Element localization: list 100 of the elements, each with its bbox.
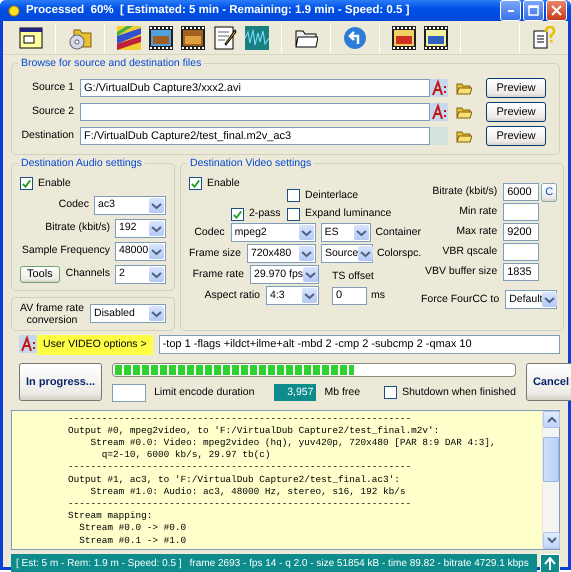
app-icon [8,4,20,16]
bitrate-button[interactable]: C [541,182,558,202]
input-field[interactable] [112,384,146,402]
input-field[interactable] [503,203,540,221]
minimize-button[interactable] [500,0,521,21]
field-label: Bitrate (kbit/s) [45,220,110,236]
help-icon[interactable] [532,26,556,50]
dropdown[interactable]: 2 [115,264,166,284]
notepad-icon[interactable] [213,26,237,50]
film-icon[interactable] [392,26,416,50]
up-arrow-icon [544,556,556,570]
checkbox[interactable] [287,188,300,202]
dropdown[interactable]: 48000 [115,242,166,261]
preview-button[interactable]: Preview [486,78,546,98]
check-icon [190,178,201,190]
picture-icon[interactable] [117,26,141,50]
preview-button[interactable]: Preview [486,126,546,146]
field-label: Container [375,224,421,240]
film-icon[interactable] [424,26,448,50]
input-field[interactable]: 6000 [503,183,540,201]
dropdown[interactable]: ac3 [94,196,166,215]
field-label: TS offset [332,269,374,284]
status-summary: [ Est: 5 m - Rem: 1.9 m - Speed: 0.5 ] [16,556,182,570]
input-field[interactable]: G:/VirtualDub Capture3/xxx2.avi [80,79,430,97]
checkbox-label: 2-pass [249,206,281,222]
film-icon[interactable] [149,26,173,50]
field-label: Max rate [455,224,498,240]
field-label: Destination [20,128,74,144]
status-stats: frame 2693 - fps 14 - q 2.0 - size 51854 kB - time 89.82 - bitrate 4729.1 kbps [190,556,529,570]
window-icon[interactable] [19,26,43,50]
checkbox[interactable] [20,177,33,190]
checkbox-label: Deinterlace [305,188,358,202]
field-label: VBV buffer size [424,264,498,280]
scrollbar-thumb[interactable] [543,437,559,482]
dropdown[interactable]: Source [320,244,373,263]
minimize-icon [508,10,514,12]
field-label: AV frame rate conversion [20,302,84,326]
checkbox[interactable] [189,177,202,190]
dropdown[interactable]: ES [320,223,372,242]
waveform-icon[interactable] [245,26,269,50]
input-field[interactable]: 9200 [503,223,540,241]
close-button[interactable] [546,0,567,21]
field-label: Source 1 [30,80,74,96]
field-label: Codec [58,197,89,212]
film-icon[interactable] [181,26,205,50]
window-title: Processed 60% [ Estimated: 5 min - Remaining: 1.9 min - Speed: 0.5 ] [26,2,410,18]
checkbox[interactable] [384,386,398,399]
dropdown[interactable]: 29.970 fps [250,265,319,284]
field-label: Frame size [189,246,241,261]
field-label: Min rate [458,204,498,220]
check-icon [21,178,32,190]
free-space-value: 3,957 [274,384,316,402]
checkbox-label: Shutdown when finished [402,384,516,400]
font-icon [430,79,448,97]
chevron-down-icon [546,536,556,544]
field-label: VBR qscale [441,244,498,260]
dropdown[interactable]: Disabled [90,304,166,324]
font-icon [19,334,37,353]
field-label: Frame rate [192,266,244,282]
dropdown[interactable]: 4:3 [266,286,319,305]
tools-button[interactable]: Tools [20,266,60,283]
scroll-up-button[interactable] [543,410,560,428]
dropdown[interactable]: Default [505,290,558,309]
input-field[interactable] [80,103,430,121]
field-label: Codec [194,224,225,240]
dropdown[interactable]: mpeg2 [230,223,316,242]
chevron-up-icon [546,415,556,423]
checkbox[interactable] [287,208,300,221]
field-label: Force FourCC to [421,292,500,307]
field-label: Colorspc. [376,246,422,261]
field-label: Aspect ratio [204,288,260,303]
input-field[interactable]: F:/VirtualDub Capture2/test_final.m2v_ac3 [80,127,430,145]
field-label: Sample Frequency [22,243,110,258]
check-icon [232,208,243,220]
checkbox[interactable] [231,208,244,221]
maximize-button[interactable] [523,0,544,21]
field-label: Channels [66,266,110,282]
scroll-down-button[interactable] [543,532,560,548]
blank-swatch-icon [430,127,448,145]
unit-label: ms [371,288,385,303]
checkbox-label: Enable [207,176,240,191]
checkbox-label: Enable [38,176,71,191]
input-field[interactable]: 1835 [503,263,540,281]
scroll-top-button[interactable] [540,554,560,572]
field-label: Limit encode duration [154,384,254,400]
progress-button[interactable]: In progress... [19,363,102,401]
close-icon [551,5,562,16]
cancel-button[interactable]: Cancel [526,363,571,401]
checkbox-label: Expand luminance [305,206,392,222]
preview-button[interactable]: Preview [486,102,546,122]
input-field[interactable] [503,243,540,261]
unit-label: Mb free [324,384,360,400]
maximize-icon [528,5,539,16]
input-field[interactable]: 0 [332,286,367,304]
input-field[interactable]: -top 1 -flags +ildct+ilme+alt -mbd 2 -cmp 2 -subcmp 2 -qmax 10 [158,335,560,354]
font-icon [430,103,448,121]
field-label: Bitrate (kbit/s) [431,184,498,200]
dropdown[interactable]: 192 [115,218,166,238]
log-output: ------------------------------------------------------------- Output #0, mpeg2video, to 'F:/VirtualDub Capture2/test_final.m2v': Stream #0.0: Video: mpeg2video (hq), yuv420p, 720x480 [PAR 8:9 DAR 4:3], q=2-10, 6000 kb/s, 29.97 tb(c) ------------------------------------------------------------- Output #1, ac3, to 'F:/VirtualDub Capture2/test_final.ac3': Stream #1.0: Audio: ac3, 48000 Hz, stereo, s16, 192 kb/s ------------------------------------------------------------- Stream mapping: Stream #0.0 -> #0.0 Stream #0.1 -> #1.0 [67,412,497,548]
dropdown[interactable]: 720x480 [246,244,316,263]
